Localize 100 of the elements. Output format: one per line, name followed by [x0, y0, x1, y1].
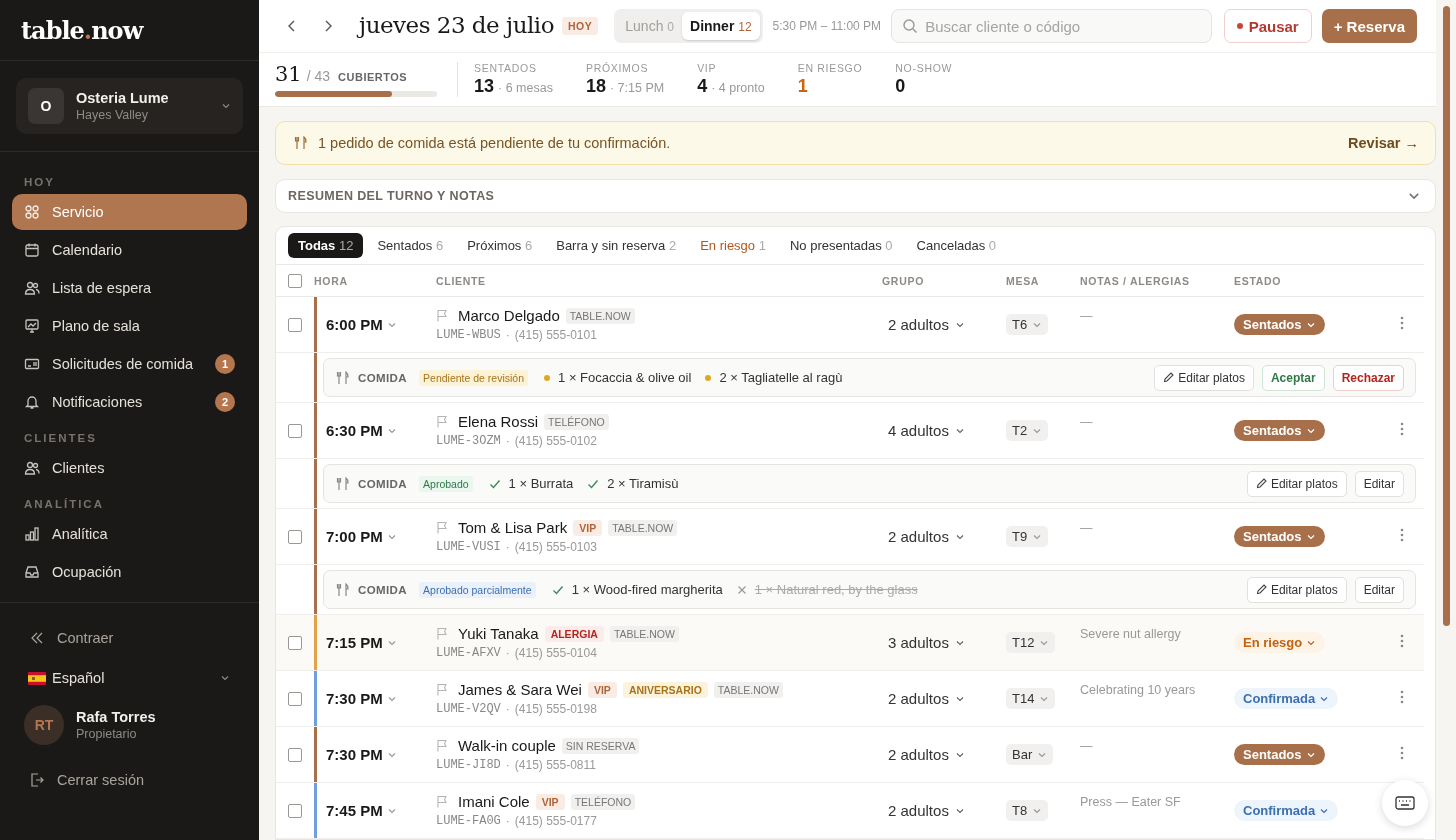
- guest-name: Walk-in couple: [458, 737, 556, 754]
- separator-dot: ·: [505, 646, 510, 660]
- row-checkbox[interactable]: [288, 529, 302, 544]
- nav-item[interactable]: Calendario: [12, 232, 247, 268]
- dish-item: 1 × Natural red, by the glass: [754, 582, 918, 597]
- filter-tab[interactable]: No presentadas 0: [779, 233, 903, 258]
- row-checkbox[interactable]: [288, 635, 302, 650]
- edit-dishes-button[interactable]: Editar platos: [1246, 470, 1347, 497]
- nav-item[interactable]: Solicitudes de comida 1: [12, 346, 247, 382]
- table-select[interactable]: T8: [1006, 800, 1049, 821]
- pause-button[interactable]: Pausar: [1223, 9, 1312, 43]
- status-select[interactable]: Sentados: [1234, 526, 1325, 547]
- party-size-select[interactable]: 2 adultos: [888, 802, 965, 819]
- food-label: COMIDA: [358, 371, 408, 384]
- filter-tab[interactable]: En riesgo 1: [690, 233, 776, 258]
- table-select[interactable]: T9: [1006, 526, 1049, 547]
- nav-item[interactable]: Analítica: [12, 516, 247, 552]
- nav-item[interactable]: Notificaciones 2: [12, 384, 247, 420]
- guest-tag: VIP: [573, 519, 603, 536]
- search-field[interactable]: Buscar cliente o código: [891, 9, 1212, 43]
- status-select[interactable]: Confirmada: [1234, 688, 1339, 709]
- row-checkbox[interactable]: [288, 423, 302, 438]
- column-header: MESA: [1006, 274, 1041, 287]
- booking-code: LUME-V2QV: [436, 702, 501, 716]
- party-size-select[interactable]: 2 adultos: [888, 746, 965, 763]
- user-role: Propietario: [76, 727, 138, 741]
- food-label: COMIDA: [358, 477, 408, 490]
- row-checkbox[interactable]: [288, 691, 302, 706]
- pencil-icon: [1255, 584, 1267, 595]
- guest-name: Marco Delgado: [458, 307, 560, 324]
- accept-button[interactable]: Aceptar: [1261, 364, 1325, 391]
- shift-summary-panel[interactable]: RESUMEN DEL TURNO Y NOTAS: [275, 179, 1436, 213]
- flag-icon: [436, 415, 448, 428]
- time-select[interactable]: 7:30 PM: [326, 746, 397, 763]
- row-checkbox[interactable]: [288, 317, 302, 332]
- party-size-select[interactable]: 2 adultos: [888, 528, 965, 545]
- party-size-select[interactable]: 2 adultos: [888, 316, 965, 333]
- language-select[interactable]: Español: [12, 661, 247, 695]
- select-all-checkbox[interactable]: [288, 273, 302, 288]
- guest-name: Tom & Lisa Park: [458, 519, 568, 536]
- logout-button[interactable]: Cerrar sesión: [12, 763, 247, 797]
- guest-tag: SIN RESERVA: [561, 737, 640, 754]
- table-select[interactable]: T14: [1006, 688, 1056, 709]
- calendar-icon: [24, 242, 40, 258]
- new-reservation-button[interactable]: + Reserva: [1321, 9, 1417, 43]
- table-select[interactable]: T2: [1006, 420, 1049, 441]
- status-select[interactable]: Sentados: [1234, 420, 1325, 441]
- row-checkbox[interactable]: [288, 803, 302, 818]
- phone-number: (415) 555-0101: [514, 328, 597, 342]
- venue-switcher[interactable]: O Osteria Lume Hayes Valley: [16, 78, 243, 134]
- collapse-button[interactable]: Contraer: [12, 621, 247, 655]
- edit-dishes-button[interactable]: Editar platos: [1154, 364, 1254, 391]
- chevron-right-icon: [323, 19, 333, 33]
- status-select[interactable]: Confirmada: [1234, 800, 1339, 821]
- filter-tab[interactable]: Canceladas 0: [906, 233, 1007, 258]
- table-select[interactable]: T12: [1006, 632, 1056, 653]
- metric-value: 0: [895, 76, 906, 97]
- column-header: ESTADO: [1234, 274, 1283, 287]
- separator-dot: ·: [505, 702, 510, 716]
- dish-item: 2 × Tagliatelle al ragù: [719, 370, 843, 385]
- flag-icon: [28, 671, 46, 685]
- status-select[interactable]: En riesgo: [1234, 632, 1326, 653]
- nav-item[interactable]: Lista de espera: [12, 270, 247, 306]
- review-link[interactable]: Revisar →: [1348, 135, 1419, 151]
- table-select[interactable]: T6: [1006, 314, 1049, 335]
- time-select[interactable]: 6:30 PM: [326, 422, 397, 439]
- time-select[interactable]: 7:15 PM: [326, 634, 397, 651]
- filter-tab[interactable]: Sentados 6: [367, 233, 454, 258]
- party-size-select[interactable]: 2 adultos: [888, 690, 965, 707]
- status-select[interactable]: Sentados: [1234, 744, 1325, 765]
- guest-tag: VIP: [587, 681, 617, 698]
- filter-tab[interactable]: Próximos 6: [457, 233, 543, 258]
- guest-name: Yuki Tanaka: [458, 625, 539, 642]
- search-icon: [902, 18, 919, 34]
- keyboard-icon: [1395, 796, 1415, 810]
- nav-item[interactable]: Clientes: [12, 450, 247, 486]
- guest-tag: TABLE.NOW: [608, 519, 678, 536]
- time-select[interactable]: 7:45 PM: [326, 802, 397, 819]
- table-select[interactable]: Bar: [1006, 744, 1054, 765]
- user-name: Rafa Torres: [76, 709, 156, 725]
- time-select[interactable]: 6:00 PM: [326, 316, 397, 333]
- nav-item[interactable]: Servicio: [12, 194, 247, 230]
- reject-button[interactable]: Rechazar: [1332, 364, 1404, 391]
- nav-item[interactable]: Plano de sala: [12, 308, 247, 344]
- edit-button[interactable]: Editar: [1354, 576, 1404, 603]
- metric-value: 4: [697, 76, 708, 97]
- time-select[interactable]: 7:00 PM: [326, 528, 397, 545]
- row-checkbox[interactable]: [288, 747, 302, 762]
- shift-tab[interactable]: Dinner 12: [682, 12, 760, 40]
- filter-tab[interactable]: Barra y sin reserva 2: [546, 233, 687, 258]
- edit-dishes-button[interactable]: Editar platos: [1246, 576, 1347, 603]
- edit-button[interactable]: Editar: [1354, 470, 1404, 497]
- covers-total: / 43: [306, 68, 331, 84]
- party-size-select[interactable]: 3 adultos: [888, 634, 965, 651]
- filter-tab[interactable]: Todas 12: [288, 233, 364, 258]
- nav-item[interactable]: Ocupación: [12, 554, 247, 590]
- party-size-select[interactable]: 4 adultos: [888, 422, 965, 439]
- status-select[interactable]: Sentados: [1234, 314, 1325, 335]
- separator-dot: ·: [505, 434, 510, 448]
- time-select[interactable]: 7:30 PM: [326, 690, 397, 707]
